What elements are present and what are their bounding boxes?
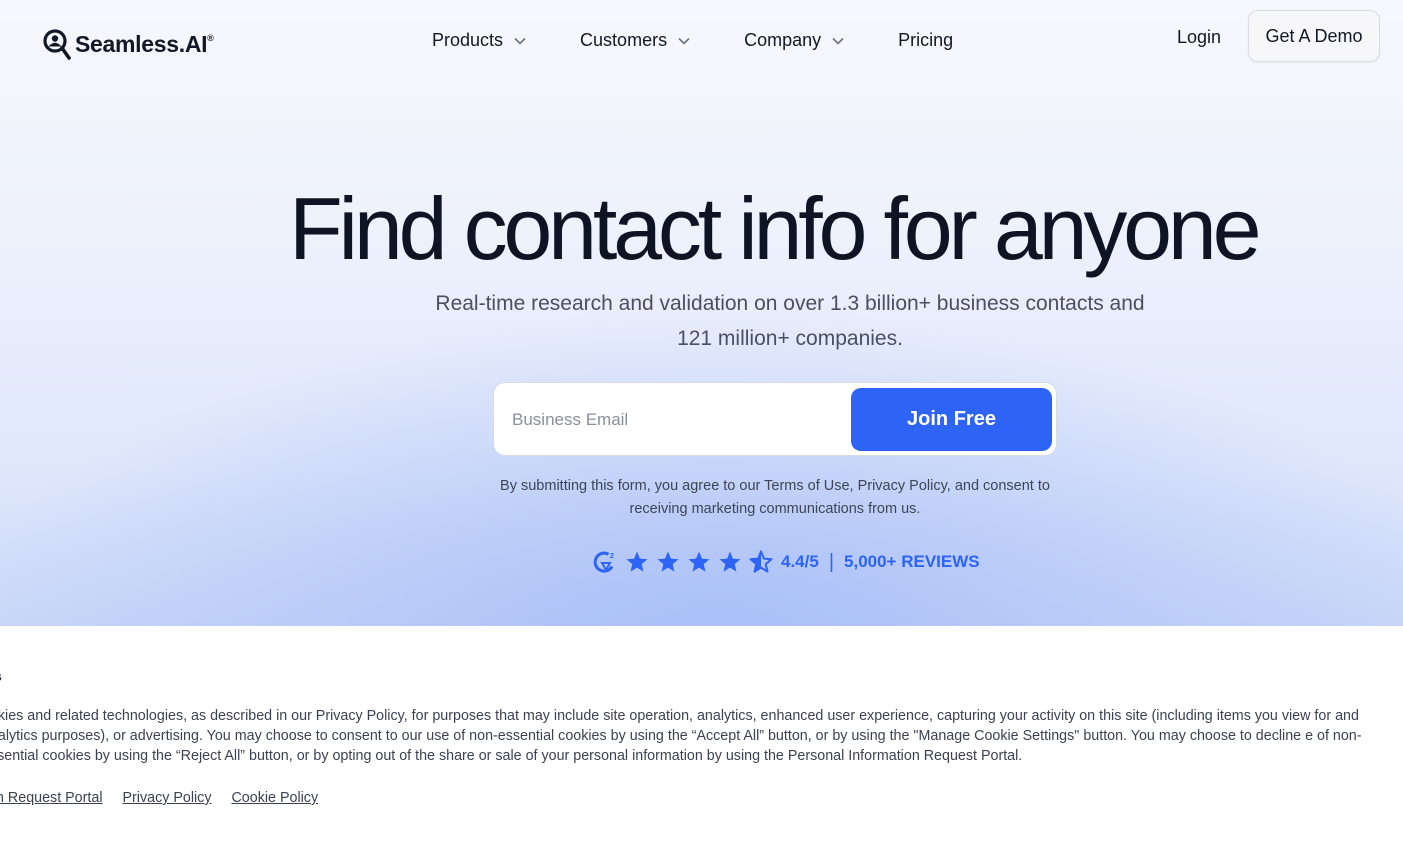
rating-reviews: 5,000+ REVIEWS: [844, 552, 980, 571]
nav-products[interactable]: Products: [432, 30, 527, 51]
form-disclaimer: By submitting this form, you agree to ou…: [500, 478, 1050, 517]
cookie-policy-link[interactable]: Cookie Policy: [231, 790, 318, 806]
nav-pricing[interactable]: Pricing: [898, 30, 953, 51]
join-free-button[interactable]: Join Free: [851, 388, 1052, 451]
business-email-input[interactable]: [512, 401, 832, 439]
star-full-icon: [688, 551, 710, 572]
g2-rating[interactable]: 2 4.4/5 | 5,000+ REVIEWS: [593, 550, 980, 574]
login-link[interactable]: Login: [1177, 27, 1221, 48]
magnifier-logo-icon: [43, 29, 71, 60]
nav-customers[interactable]: Customers: [580, 30, 691, 51]
star-half-icon: [749, 550, 773, 573]
rating-separator: |: [828, 550, 835, 573]
nav-customers-label: Customers: [580, 30, 668, 50]
signup-form: Join Free: [493, 382, 1057, 456]
rating-score: 4.4/5: [781, 552, 819, 571]
g2-logo-icon: 2: [593, 551, 614, 573]
chevron-down-icon: [832, 37, 844, 45]
logo[interactable]: Seamless.AI®: [43, 26, 214, 62]
get-demo-button[interactable]: Get A Demo: [1248, 10, 1380, 62]
star-full-icon: [626, 551, 648, 572]
cookie-text: ookies and related technologies, as desc…: [0, 708, 1362, 764]
star-full-icon: [657, 551, 679, 572]
privacy-policy-link[interactable]: Privacy Policy: [123, 790, 212, 806]
nav-pricing-label: Pricing: [898, 30, 954, 50]
hero-headline: Find contact info for anyone: [289, 179, 1262, 278]
star-full-icon: [719, 551, 741, 572]
chevron-down-icon: [514, 37, 526, 45]
personal-info-portal-link[interactable]: n Request Portal: [0, 790, 103, 806]
cookie-title: s: [0, 668, 2, 684]
hero-subhead: Real-time research and validation on ove…: [435, 292, 1145, 350]
nav-company-label: Company: [744, 30, 822, 50]
main-nav: Products Customers Company Pricing: [432, 30, 953, 51]
cookie-links: n Request Portal Privacy Policy Cookie P…: [0, 790, 318, 806]
cookie-banner: s ookies and related technologies, as de…: [0, 626, 1403, 861]
svg-text:2: 2: [610, 553, 614, 560]
nav-products-label: Products: [432, 30, 504, 50]
brand-name: Seamless.AI®: [75, 30, 214, 57]
nav-company[interactable]: Company: [744, 30, 845, 51]
chevron-down-icon: [678, 37, 690, 45]
